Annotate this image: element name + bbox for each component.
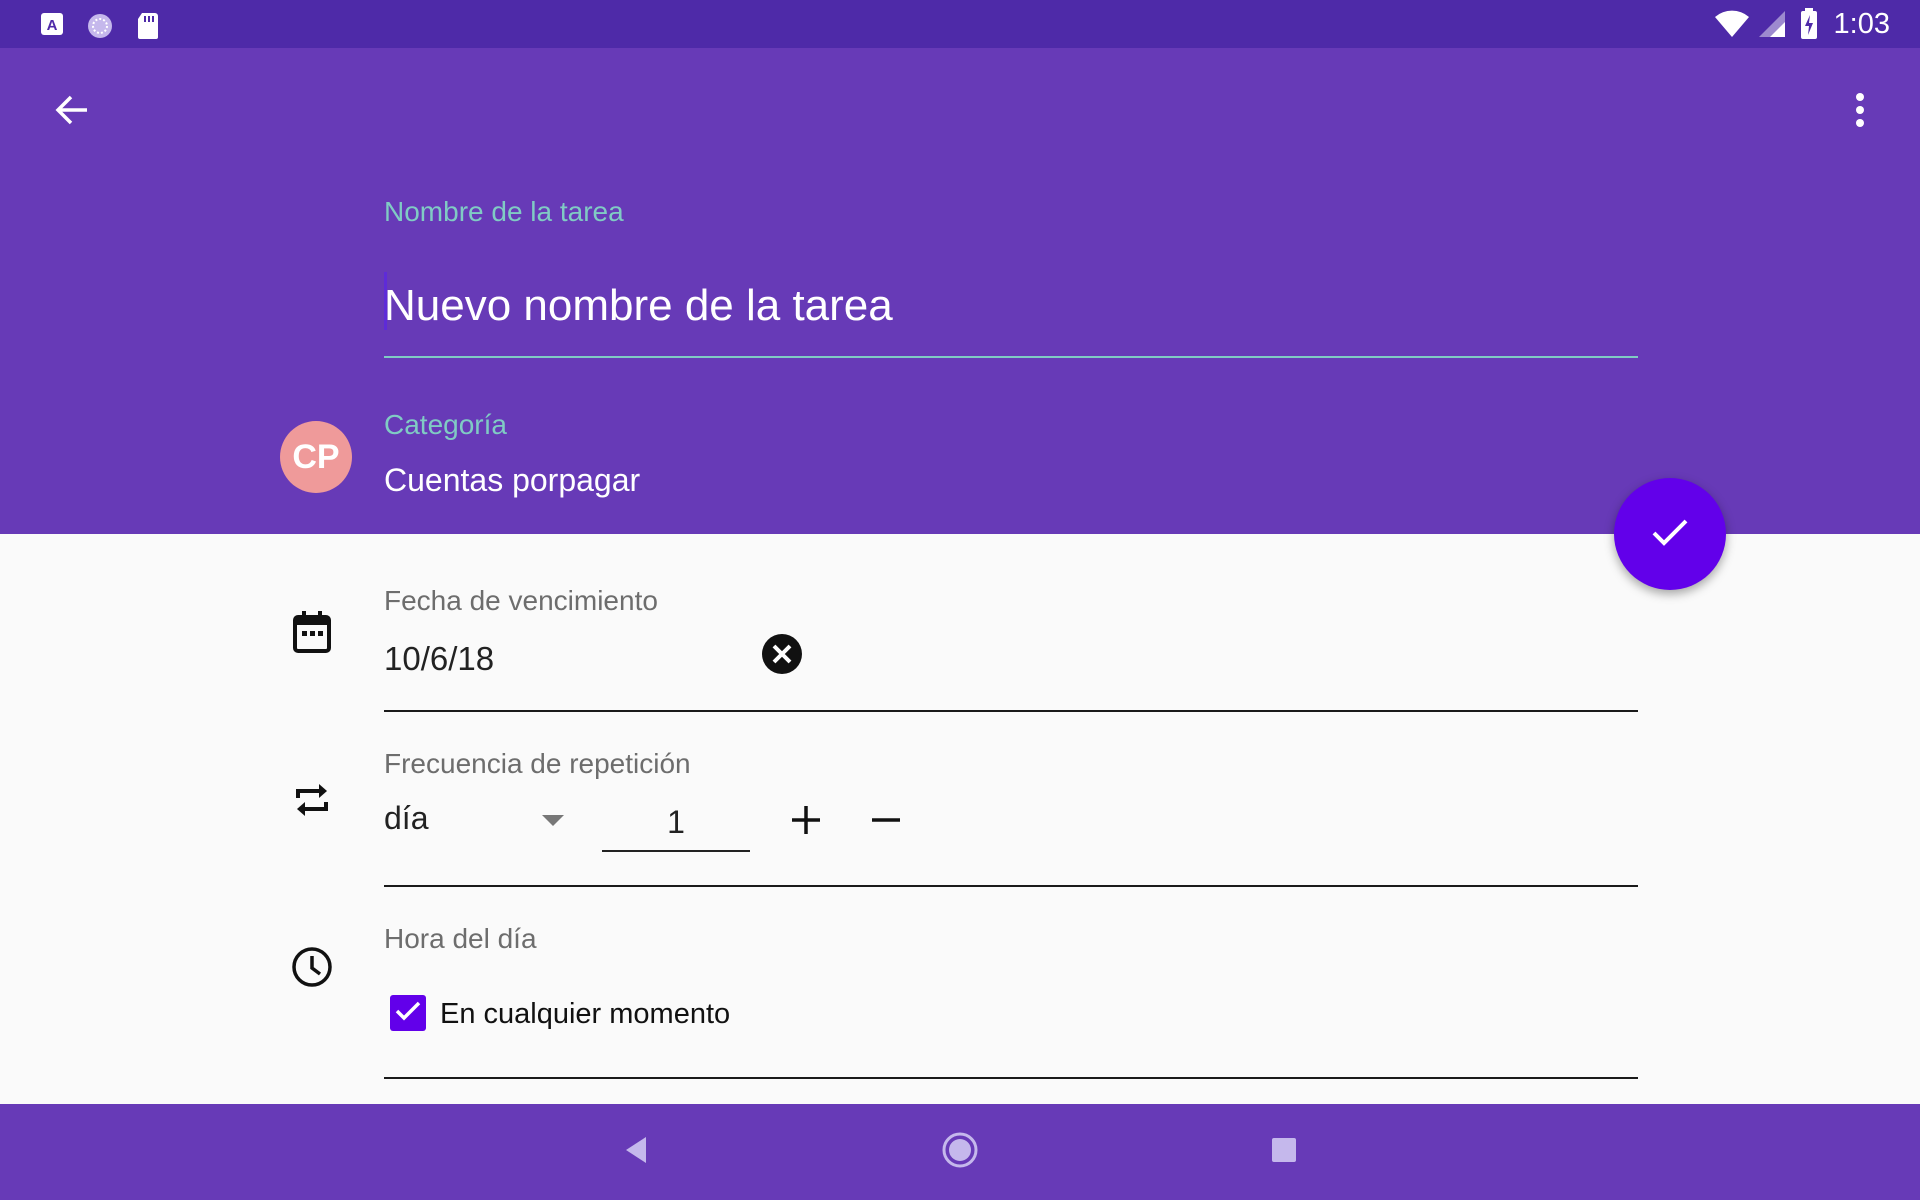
- nav-back-button[interactable]: [612, 1128, 660, 1176]
- frequency-count-input[interactable]: [602, 800, 750, 852]
- minus-icon[interactable]: [862, 796, 910, 844]
- category-label: Categoría: [384, 409, 507, 440]
- clear-circle-icon[interactable]: [760, 632, 804, 676]
- navigation-bar: [0, 1104, 1920, 1200]
- nav-home-icon: [941, 1131, 979, 1174]
- task-name-label: Nombre de la tarea: [384, 196, 624, 227]
- due-date-value[interactable]: 10/6/18: [384, 640, 494, 678]
- anytime-checkbox[interactable]: [390, 995, 426, 1031]
- time-of-day-divider: [384, 1077, 1638, 1079]
- due-date-label: Fecha de vencimiento: [384, 585, 658, 616]
- a-notification-icon: A: [40, 12, 64, 41]
- category-avatar: CP: [280, 421, 352, 493]
- status-time: 1:03: [1833, 8, 1890, 40]
- repeat-icon: [288, 776, 336, 824]
- check-icon: [395, 1001, 421, 1026]
- repeat-divider: [384, 885, 1638, 887]
- nav-home-button[interactable]: [936, 1128, 984, 1176]
- save-task-fab[interactable]: [1614, 478, 1726, 590]
- status-bar: A 1:03: [0, 0, 1920, 48]
- frequency-unit-value: día: [384, 800, 429, 836]
- battery-charging-icon: [1800, 8, 1818, 45]
- frequency-unit-dropdown[interactable]: día: [384, 800, 572, 840]
- calendar-icon: [288, 608, 336, 656]
- time-of-day-label: Hora del día: [384, 923, 537, 954]
- due-date-divider: [384, 710, 1638, 712]
- nav-recents-icon: [1270, 1136, 1298, 1169]
- overflow-menu-button[interactable]: [1836, 88, 1884, 136]
- wifi-icon: [1714, 10, 1750, 43]
- check-icon: [1650, 516, 1690, 553]
- task-name-input[interactable]: [384, 270, 1638, 358]
- arrow-back-icon: [54, 92, 90, 133]
- svg-text:A: A: [47, 17, 58, 34]
- back-button[interactable]: [44, 88, 100, 136]
- sd-card-icon: [136, 12, 160, 45]
- nav-back-icon: [622, 1135, 650, 1170]
- signal-icon: [1758, 10, 1786, 43]
- dropdown-arrow-icon: [542, 814, 564, 832]
- plus-icon[interactable]: [782, 796, 830, 844]
- repeat-frequency-label: Frecuencia de repetición: [384, 748, 691, 779]
- nav-recents-button[interactable]: [1260, 1128, 1308, 1176]
- category-value[interactable]: Cuentas porpagar: [384, 462, 640, 499]
- anytime-label[interactable]: En cualquier momento: [440, 998, 730, 1031]
- more-vert-icon: [1854, 92, 1866, 133]
- sync-icon: [86, 12, 114, 45]
- clock-icon: [288, 943, 336, 991]
- text-cursor: [384, 272, 387, 330]
